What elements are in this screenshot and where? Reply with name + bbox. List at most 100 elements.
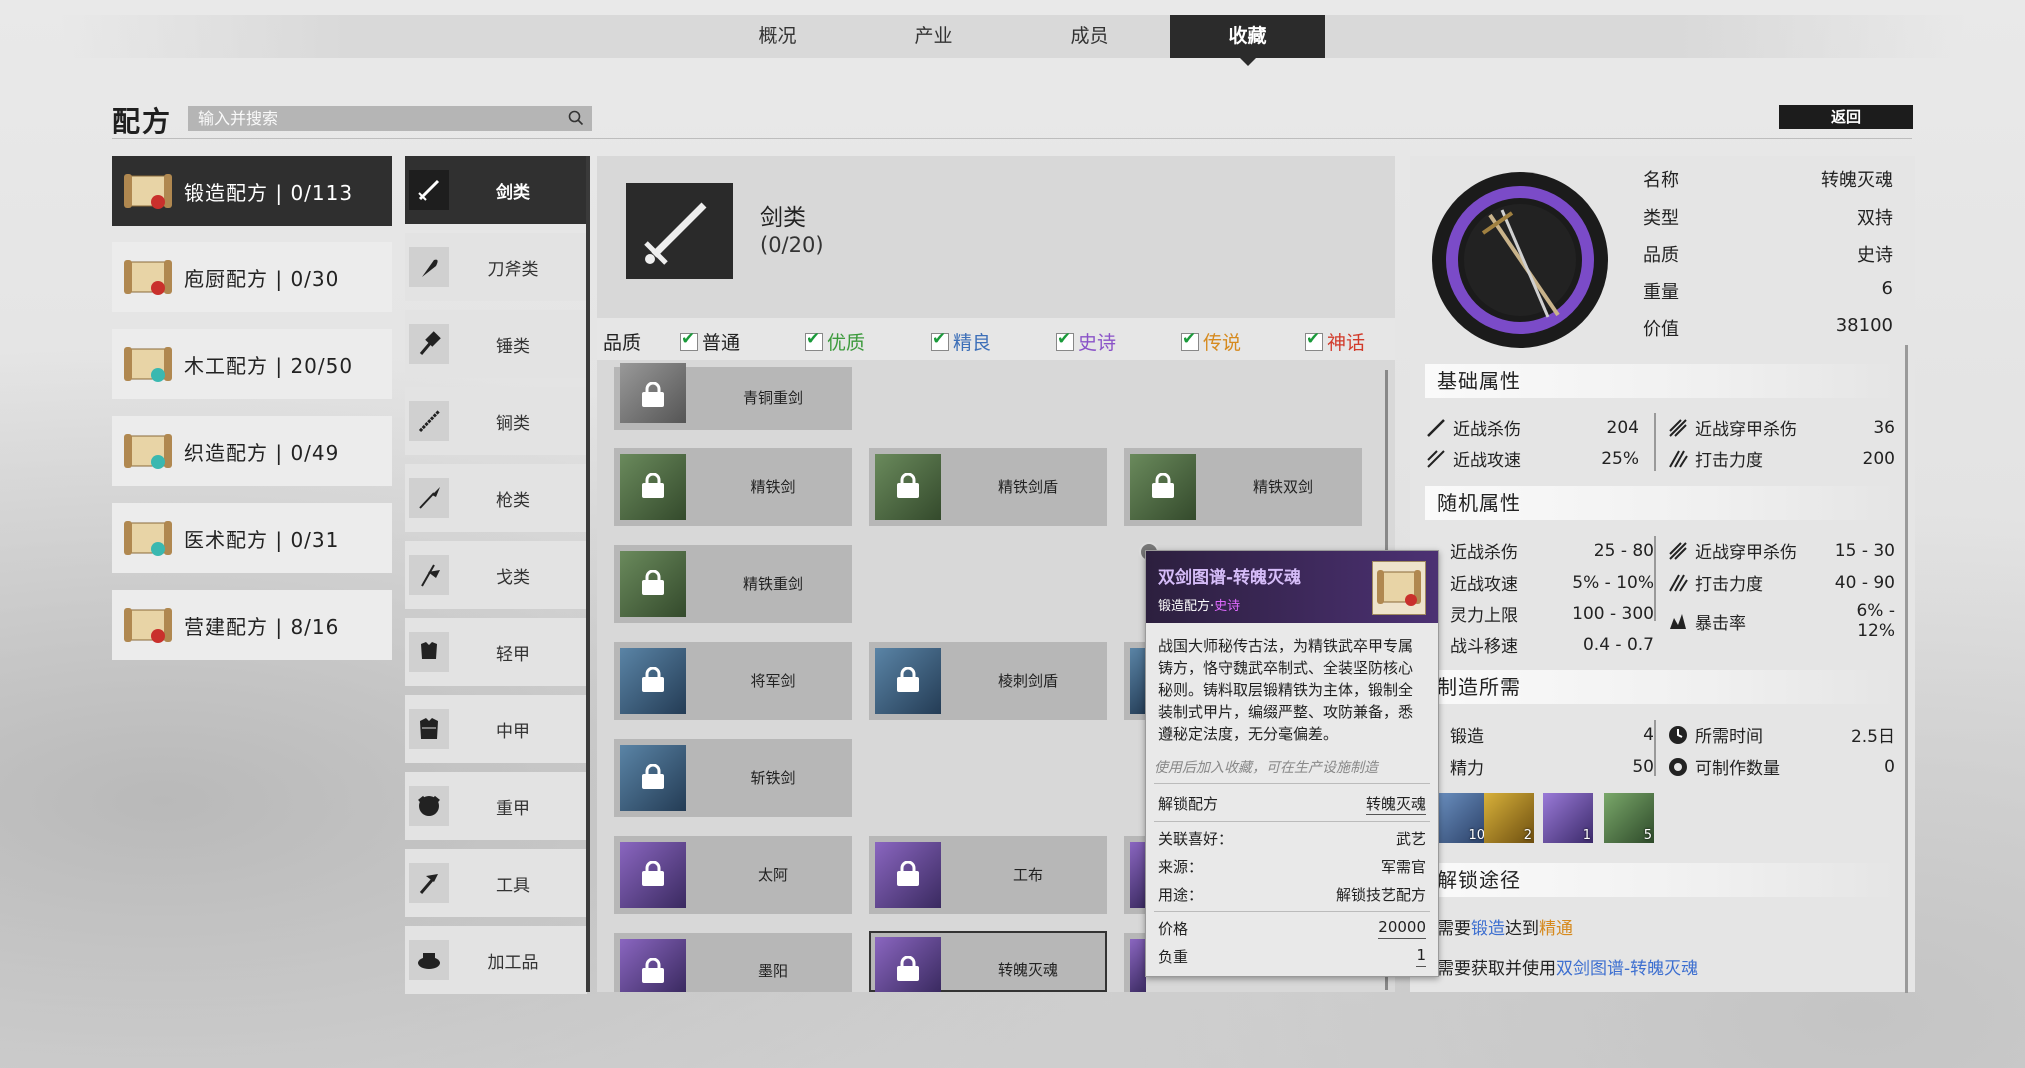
tooltip-row: 价格 20000 <box>1158 918 1426 939</box>
filter-superior[interactable]: 精良 <box>931 328 991 355</box>
item-icon <box>1130 939 1146 992</box>
recipe-item[interactable]: 斩铁剑 <box>614 739 852 817</box>
locked-item-icon <box>620 745 686 811</box>
craft-stat: 可制作数量 0 <box>1667 754 1895 779</box>
search-box <box>188 106 592 131</box>
recipe-item[interactable]: 精铁重剑 <box>614 545 852 623</box>
category-carpentry[interactable]: 木工配方 | 20/50 <box>112 329 392 399</box>
divider <box>1154 783 1430 784</box>
filter-fine[interactable]: 优质 <box>805 328 865 355</box>
tab-overview[interactable]: 概况 <box>700 15 855 58</box>
gold-ingot-icon[interactable]: 2 <box>1484 793 1534 843</box>
random-stat: 打击力度 40 - 90 <box>1667 570 1895 595</box>
column-divider <box>1654 536 1656 621</box>
item-icon <box>1130 842 1146 908</box>
type-list-scrollbar[interactable] <box>586 156 590 992</box>
blade-axe-icon <box>409 247 449 287</box>
locked-item-icon <box>620 551 686 617</box>
tooltip-row: 用途： 解锁技艺配方 <box>1158 886 1426 904</box>
recipe-item[interactable]: 工布 <box>869 836 1107 914</box>
detail-scrollbar[interactable] <box>1905 345 1908 993</box>
silver-plate-icon[interactable]: 5 <box>1604 793 1654 843</box>
heavy-armor-icon <box>409 786 449 826</box>
type-heavy-armor[interactable]: 重甲 <box>405 772 587 840</box>
category-cooking[interactable]: 庖厨配方 | 0/30 <box>112 242 392 312</box>
type-tool[interactable]: 工具 <box>405 849 587 917</box>
type-medium-armor[interactable]: 中甲 <box>405 695 587 763</box>
type-processed-goods[interactable]: 加工品 <box>405 926 587 994</box>
type-label: 剑类 <box>496 182 530 203</box>
base-stat: 近战杀伤 204 <box>1425 415 1639 440</box>
melee-damage-icon <box>1427 418 1445 437</box>
checkbox-icon <box>1056 329 1074 351</box>
category-forging[interactable]: 锻造配方 | 0/113 <box>112 156 392 226</box>
item-portrait <box>1420 165 1620 355</box>
base-stat: 近战穿甲杀伤 36 <box>1667 415 1895 440</box>
recipe-item[interactable]: 青铜重剑 <box>614 363 852 430</box>
category-construction[interactable]: 营建配方 | 8/16 <box>112 590 392 660</box>
random-attributes-header: 随机属性 <box>1425 486 1895 520</box>
search-icon[interactable] <box>568 110 584 126</box>
back-button[interactable]: 返回 <box>1779 105 1913 129</box>
info-row: 重量 6 <box>1643 278 1893 303</box>
hammer-icon <box>409 324 449 364</box>
filter-common[interactable]: 普通 <box>680 328 740 355</box>
recipe-item[interactable]: 棱刺剑盾 <box>869 642 1107 720</box>
tab-industry[interactable]: 产业 <box>856 15 1011 58</box>
type-spear[interactable]: 枪类 <box>405 464 587 532</box>
recipe-item[interactable]: 太阿 <box>614 836 852 914</box>
recipe-item[interactable]: 将军剑 <box>614 642 852 720</box>
filter-epic[interactable]: 史诗 <box>1056 328 1116 355</box>
type-hammer[interactable]: 锤类 <box>405 310 587 378</box>
recipe-link[interactable]: 双剑图谱-转魄灭魂 <box>1556 959 1698 979</box>
type-halberd[interactable]: 戈类 <box>405 541 587 609</box>
info-row: 类型 双持 <box>1643 208 1893 229</box>
recipe-scroll-icon <box>1372 561 1426 615</box>
type-blade-axe[interactable]: 刀斧类 <box>405 233 587 301</box>
filter-legendary[interactable]: 传说 <box>1181 328 1241 355</box>
type-sword[interactable]: 剑类 <box>405 156 587 224</box>
checkbox-icon <box>1305 329 1323 351</box>
recipe-item-partial[interactable] <box>1124 836 1146 914</box>
tooltip-row: 负重 1 <box>1158 946 1426 967</box>
category-label: 庖厨配方 | 0/30 <box>184 266 340 291</box>
recipe-item[interactable]: 精铁剑盾 <box>869 448 1107 526</box>
recipe-item[interactable]: 精铁剑 <box>614 448 852 526</box>
category-weaving[interactable]: 织造配方 | 0/49 <box>112 416 392 486</box>
tab-members[interactable]: 成员 <box>1012 15 1167 58</box>
divider <box>1154 911 1430 912</box>
iron-ingot-icon[interactable]: 10 <box>1437 793 1487 843</box>
recipe-tooltip: 双剑图谱-转魄灭魂 锻造配方·史诗 战国大师秘传古法，为精铁武卒甲专属铸方，恪守… <box>1145 550 1439 977</box>
recipe-item-partial[interactable] <box>1124 642 1146 720</box>
info-row: 价值 38100 <box>1643 315 1893 340</box>
processed-goods-icon <box>409 940 449 980</box>
type-label: 加工品 <box>487 952 539 973</box>
critical-rate-icon <box>1670 614 1686 629</box>
checkbox-icon <box>680 329 698 351</box>
category-medicine[interactable]: 医术配方 | 0/31 <box>112 503 392 573</box>
base-stat: 打击力度 200 <box>1667 446 1895 471</box>
type-label: 工具 <box>496 875 530 896</box>
recipe-item-selected[interactable]: 转魄灭魂 <box>869 931 1107 992</box>
type-label: 轻甲 <box>496 644 530 665</box>
search-input[interactable] <box>188 106 558 131</box>
locked-item-icon <box>875 648 941 714</box>
checkbox-icon <box>1181 329 1199 351</box>
recipe-item[interactable]: 墨阳 <box>614 933 852 992</box>
recipe-item-partial[interactable] <box>1124 933 1146 992</box>
tool-icon <box>409 863 449 903</box>
locked-item-icon <box>620 363 686 423</box>
recipe-item[interactable]: 精铁双剑 <box>1124 448 1362 526</box>
category-label: 营建配方 | 8/16 <box>184 614 340 639</box>
locked-item-icon <box>875 937 941 992</box>
quality-filter-bar: 品质 普通 优质 精良 史诗 传说 神话 <box>597 318 1395 360</box>
sword-category-icon <box>626 183 733 279</box>
info-row: 名称 转魄灭魂 <box>1643 170 1893 191</box>
type-mace[interactable]: 锏类 <box>405 387 587 455</box>
type-light-armor[interactable]: 轻甲 <box>405 618 587 686</box>
crystal-ore-icon[interactable]: 1 <box>1543 793 1593 843</box>
recipe-scroll-icon <box>124 260 172 295</box>
tab-collection[interactable]: 收藏 <box>1170 15 1325 66</box>
filter-mythic[interactable]: 神话 <box>1305 328 1365 355</box>
impact-force-icon <box>1669 574 1688 592</box>
